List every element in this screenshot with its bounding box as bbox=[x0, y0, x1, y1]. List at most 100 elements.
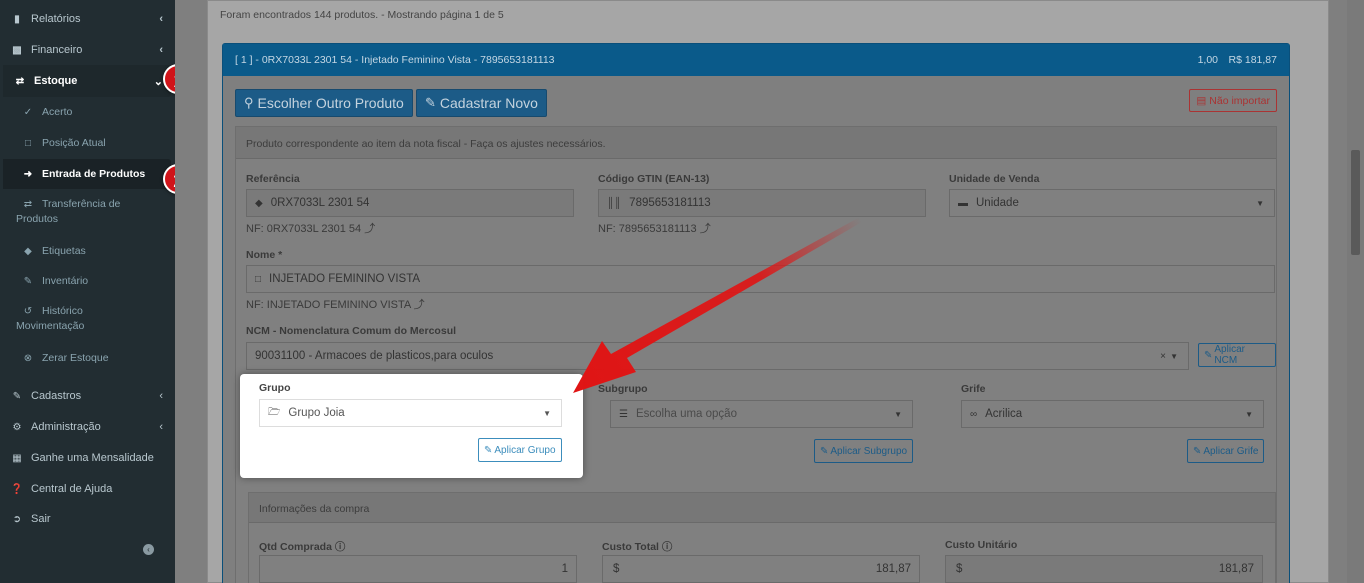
sidebar-item-financeiro[interactable]: ▩ Financeiro ‹ bbox=[0, 41, 175, 59]
custo-total-label: Custo Total ⓘ bbox=[602, 541, 673, 553]
edit-icon: ✎ bbox=[1204, 349, 1213, 361]
scrollbar-thumb[interactable] bbox=[1351, 150, 1360, 255]
check-icon: ✓ bbox=[23, 106, 33, 118]
referencia-nf: NF: 0RX7033L 2301 54 ⤴ bbox=[246, 223, 376, 235]
chevron-left-icon: ‹ bbox=[159, 390, 163, 402]
subgrupo-select[interactable]: ☰ Escolha uma opção ▼ bbox=[610, 400, 913, 428]
grupo-select[interactable]: 🗁 Grupo Joia ▼ bbox=[259, 399, 562, 427]
exchange-icon: ⇄ bbox=[15, 75, 25, 87]
edit-icon: ✎ bbox=[1193, 445, 1202, 457]
nome-label: Nome * bbox=[246, 249, 283, 261]
level-up-icon[interactable]: ⤴ bbox=[700, 223, 711, 235]
gtin-nf: NF: 7895653181113 ⤴ bbox=[598, 223, 711, 235]
file-icon: □ bbox=[24, 137, 32, 149]
money-icon: ▩ bbox=[12, 44, 22, 56]
purchase-info-box: Informações da compra Qtd Comprada ⓘ 1 C… bbox=[248, 492, 1276, 583]
archive-icon: ▬ bbox=[958, 197, 968, 209]
product-panel-header: [ 1 ] - 0RX7033L 2301 54 - Injetado Femi… bbox=[223, 44, 1289, 76]
caret-down-icon: ▼ bbox=[894, 409, 902, 419]
chevron-left-icon: ‹ bbox=[159, 13, 163, 25]
caret-down-icon: ▼ bbox=[1245, 409, 1253, 419]
sidebar-item-acerto[interactable]: ✓ Acerto bbox=[0, 103, 175, 121]
unidade-select[interactable]: ▬ Unidade ▼ bbox=[949, 189, 1275, 217]
grupo-label: Grupo bbox=[259, 382, 291, 394]
edit-icon: ✎ bbox=[484, 444, 493, 456]
level-up-icon[interactable]: ⤴ bbox=[364, 223, 375, 235]
sidebar: ▮ Relatórios ‹ ▩ Financeiro ‹ ⇄ Estoque … bbox=[0, 0, 175, 583]
collapse-sidebar-icon[interactable]: ‹ bbox=[143, 544, 154, 555]
results-count-text: Foram encontrados 144 produtos. - Mostra… bbox=[220, 9, 504, 21]
sidebar-item-relatorios[interactable]: ▮ Relatórios ‹ bbox=[0, 10, 175, 28]
referencia-input[interactable]: ◆ 0RX7033L 2301 54 bbox=[246, 189, 574, 217]
sidebar-item-transferencia[interactable]: ⇄ Transferência de Produtos bbox=[0, 197, 175, 229]
gtin-label: Código GTIN (EAN-13) bbox=[598, 173, 710, 185]
barcode-icon: ║║ bbox=[607, 197, 622, 209]
times-circle-icon: ⊗ bbox=[23, 352, 33, 364]
register-new-button[interactable]: ✎ Cadastrar Novo bbox=[416, 89, 547, 117]
caret-down-icon: ▼ bbox=[1170, 351, 1178, 361]
product-panel: [ 1 ] - 0RX7033L 2301 54 - Injetado Femi… bbox=[222, 43, 1290, 583]
choose-other-product-button[interactable]: ⚲ Escolher Outro Produto bbox=[235, 89, 413, 117]
sidebar-item-zerar-estoque[interactable]: ⊗ Zerar Estoque bbox=[0, 349, 175, 367]
purchase-info-header: Informações da compra bbox=[249, 493, 1275, 523]
caret-down-icon: ▼ bbox=[543, 408, 551, 418]
sidebar-item-administracao[interactable]: ⚙ Administração ‹ bbox=[0, 418, 175, 436]
info-icon[interactable]: ⓘ bbox=[335, 541, 346, 553]
apply-subgrupo-button[interactable]: ✎ Aplicar Subgrupo bbox=[814, 439, 914, 463]
ncm-label: NCM - Nomenclatura Comum do Mercosul bbox=[246, 325, 457, 337]
page-scrollbar[interactable] bbox=[1347, 0, 1364, 583]
grife-label: Grife bbox=[961, 383, 986, 395]
grupo-highlight: Grupo 🗁 Grupo Joia ▼ ✎ Aplicar Grupo bbox=[240, 374, 583, 478]
referencia-label: Referência bbox=[246, 173, 300, 185]
sidebar-item-inventario[interactable]: ✎ Inventário bbox=[0, 272, 175, 290]
form-header: Produto correspondente ao item da nota f… bbox=[236, 127, 1276, 159]
file-icon: □ bbox=[255, 273, 262, 285]
question-icon: ❓ bbox=[10, 483, 24, 495]
sidebar-item-historico[interactable]: ↺ Histórico Movimentação bbox=[0, 304, 175, 336]
sidebar-item-etiquetas[interactable]: ◆ Etiquetas bbox=[0, 242, 175, 260]
list-icon: ☰ bbox=[619, 408, 628, 420]
sidebar-item-ganhe-mensalidade[interactable]: ▦ Ganhe uma Mensalidade bbox=[0, 449, 175, 467]
book-icon: ▮ bbox=[14, 13, 20, 25]
currency-symbol: $ bbox=[613, 563, 620, 575]
info-icon[interactable]: ⓘ bbox=[662, 541, 673, 553]
gtin-input[interactable]: ║║ 7895653181113 bbox=[598, 189, 926, 217]
apply-grupo-button[interactable]: ✎ Aplicar Grupo bbox=[478, 438, 562, 462]
sign-in-icon: ➜ bbox=[23, 168, 33, 180]
apply-ncm-button[interactable]: ✎ Aplicar NCM bbox=[1198, 343, 1276, 367]
custo-total-input[interactable]: $ 181,87 bbox=[602, 555, 920, 583]
ncm-select[interactable]: 90031100 - Armacoes de plasticos,para oc… bbox=[246, 342, 1189, 370]
apply-grife-button[interactable]: ✎ Aplicar Grife bbox=[1187, 439, 1265, 463]
custo-unitario-input: $ 181,87 bbox=[945, 555, 1263, 583]
product-title: [ 1 ] - 0RX7033L 2301 54 - Injetado Femi… bbox=[235, 54, 555, 66]
level-up-icon[interactable]: ⤴ bbox=[414, 299, 425, 311]
sidebar-item-cadastros[interactable]: ✎ Cadastros ‹ bbox=[0, 387, 175, 405]
pencil-icon: ✎ bbox=[425, 95, 436, 110]
currency-symbol: $ bbox=[956, 563, 963, 575]
cogs-icon: ⚙ bbox=[12, 421, 22, 433]
product-form: Produto correspondente ao item da nota f… bbox=[235, 126, 1277, 583]
sidebar-item-entrada-produtos[interactable]: ➜ Entrada de Produtos bbox=[3, 159, 171, 189]
sidebar-item-estoque[interactable]: ⇄ Estoque ⌄ bbox=[3, 65, 171, 97]
qtd-comprada-label: Qtd Comprada ⓘ bbox=[259, 541, 346, 553]
glasses-icon: ∞ bbox=[970, 408, 978, 420]
not-import-button[interactable]: ▤ Não importar bbox=[1189, 89, 1277, 112]
grife-select[interactable]: ∞ Acrilica ▼ bbox=[961, 400, 1264, 428]
sidebar-item-central-ajuda[interactable]: ❓ Central de Ajuda bbox=[0, 480, 175, 498]
chevron-left-icon: ‹ bbox=[159, 421, 163, 433]
edit-icon: ✎ bbox=[820, 445, 829, 457]
chevron-left-icon: ‹ bbox=[159, 44, 163, 56]
clear-icon[interactable]: × bbox=[1160, 351, 1166, 362]
sidebar-item-sair[interactable]: ➲ Sair bbox=[0, 510, 175, 528]
sidebar-item-posicao-atual[interactable]: □ Posição Atual bbox=[0, 134, 175, 152]
subgrupo-label: Subgrupo bbox=[598, 383, 648, 395]
gift-icon: ▦ bbox=[12, 452, 22, 464]
edit-icon: ✎ bbox=[12, 390, 22, 402]
nome-input[interactable]: □ INJETADO FEMININO VISTA bbox=[246, 265, 1275, 293]
sign-out-icon: ➲ bbox=[12, 513, 22, 525]
qtd-comprada-input[interactable]: 1 bbox=[259, 555, 577, 583]
tag-icon: ◆ bbox=[24, 245, 32, 257]
tag-icon: ◆ bbox=[255, 197, 263, 209]
trash-icon: ▤ bbox=[1196, 94, 1207, 107]
main-content: Foram encontrados 144 produtos. - Mostra… bbox=[175, 0, 1364, 583]
